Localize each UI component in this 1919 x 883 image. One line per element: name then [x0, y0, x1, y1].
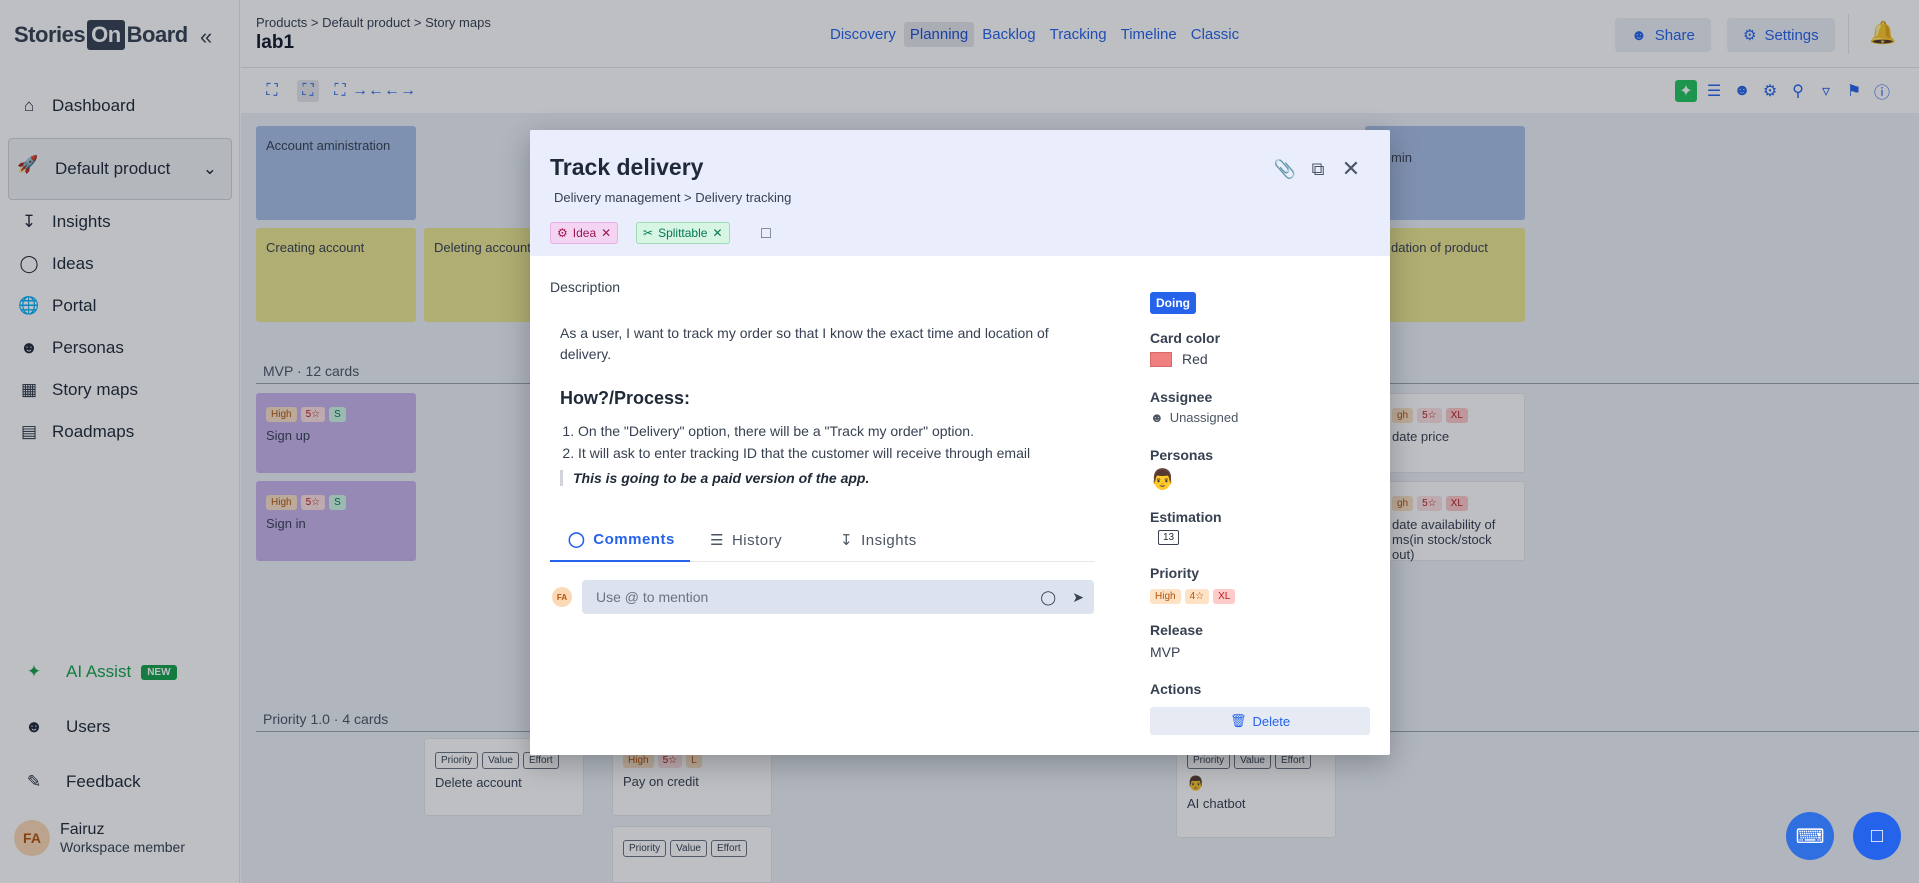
- persona-avatar[interactable]: 👨: [1150, 467, 1213, 492]
- card-color-section: Card color Red: [1150, 330, 1221, 367]
- priority-section: Priority High 4☆ XL: [1150, 565, 1239, 604]
- release-value[interactable]: MVP: [1150, 644, 1203, 660]
- color-swatch: [1150, 351, 1172, 367]
- copy-icon[interactable]: ⧉: [1307, 158, 1329, 180]
- assignee-picker[interactable]: ☻ Unassigned: [1150, 410, 1238, 425]
- tab-comments[interactable]: ◯ Comments: [550, 518, 690, 562]
- card-breadcrumb[interactable]: Delivery management > Delivery tracking: [554, 190, 791, 205]
- keyboard-icon: ⌨: [1795, 825, 1825, 848]
- comment-input[interactable]: Use @ to mention ◯ ➤: [582, 580, 1094, 614]
- bug-icon: ⚙: [557, 226, 568, 240]
- close-icon[interactable]: ✕: [712, 226, 722, 240]
- app: Products > Default product > Story maps …: [0, 0, 1919, 883]
- unassigned-user-icon: ☻: [1150, 410, 1164, 425]
- assignee-section: Assignee ☻ Unassigned: [1150, 389, 1239, 425]
- modal-header: Track delivery Delivery management > Del…: [530, 130, 1390, 256]
- tab-insights[interactable]: ↧ Insights: [840, 518, 917, 562]
- keyboard-shortcuts-button[interactable]: ⌨: [1786, 812, 1834, 860]
- release-section: Release MVP: [1150, 622, 1203, 660]
- priority-chips[interactable]: High 4☆ XL: [1150, 586, 1239, 604]
- chat-icon: □: [1870, 824, 1884, 847]
- modal-tabs: ◯ Comments ☰ History ↧ Insights: [550, 518, 1095, 562]
- estimation-section: Estimation 13: [1150, 509, 1222, 545]
- delete-button[interactable]: 🗑 Delete: [1150, 707, 1370, 735]
- card-color-picker[interactable]: Red: [1150, 351, 1220, 367]
- actions-section: Actions: [1150, 681, 1202, 697]
- list-icon: ☰: [710, 532, 724, 549]
- close-icon[interactable]: ✕: [601, 226, 611, 240]
- chat-support-button[interactable]: □: [1853, 812, 1901, 860]
- tag-splittable[interactable]: ✂ Splittable ✕: [636, 222, 730, 244]
- list-item: It will ask to enter tracking ID that th…: [578, 442, 1030, 464]
- how-heading[interactable]: How?/Process:: [560, 388, 690, 409]
- add-tag-icon[interactable]: □: [755, 223, 777, 245]
- process-list[interactable]: On the "Delivery" option, there will be …: [560, 420, 1030, 464]
- mention-icon[interactable]: ◯: [1040, 589, 1056, 606]
- scissors-icon: ✂: [643, 226, 654, 240]
- inbox-icon: ↧: [840, 532, 854, 549]
- quote-block[interactable]: This is going to be a paid version of th…: [560, 470, 869, 486]
- send-icon[interactable]: ➤: [1072, 589, 1084, 606]
- list-item: On the "Delivery" option, there will be …: [578, 420, 1030, 442]
- estimation-value[interactable]: 13: [1158, 530, 1180, 545]
- description-label: Description: [550, 279, 621, 295]
- comment-icon: ◯: [568, 531, 586, 548]
- personas-section: Personas 👨: [1150, 447, 1214, 492]
- tab-history[interactable]: ☰ History: [710, 518, 782, 562]
- card-title[interactable]: Track delivery: [550, 154, 703, 181]
- close-icon[interactable]: ✕: [1340, 156, 1362, 181]
- status-badge[interactable]: Doing: [1150, 292, 1196, 314]
- comment-avatar: FA: [552, 587, 572, 607]
- trash-icon: 🗑: [1229, 713, 1247, 728]
- tag-idea[interactable]: ⚙ Idea ✕: [550, 222, 619, 244]
- description-text[interactable]: As a user, I want to track my order so t…: [560, 323, 1090, 365]
- card-detail-modal: Track delivery Delivery management > Del…: [530, 130, 1390, 755]
- attachment-icon[interactable]: 📎: [1274, 158, 1296, 180]
